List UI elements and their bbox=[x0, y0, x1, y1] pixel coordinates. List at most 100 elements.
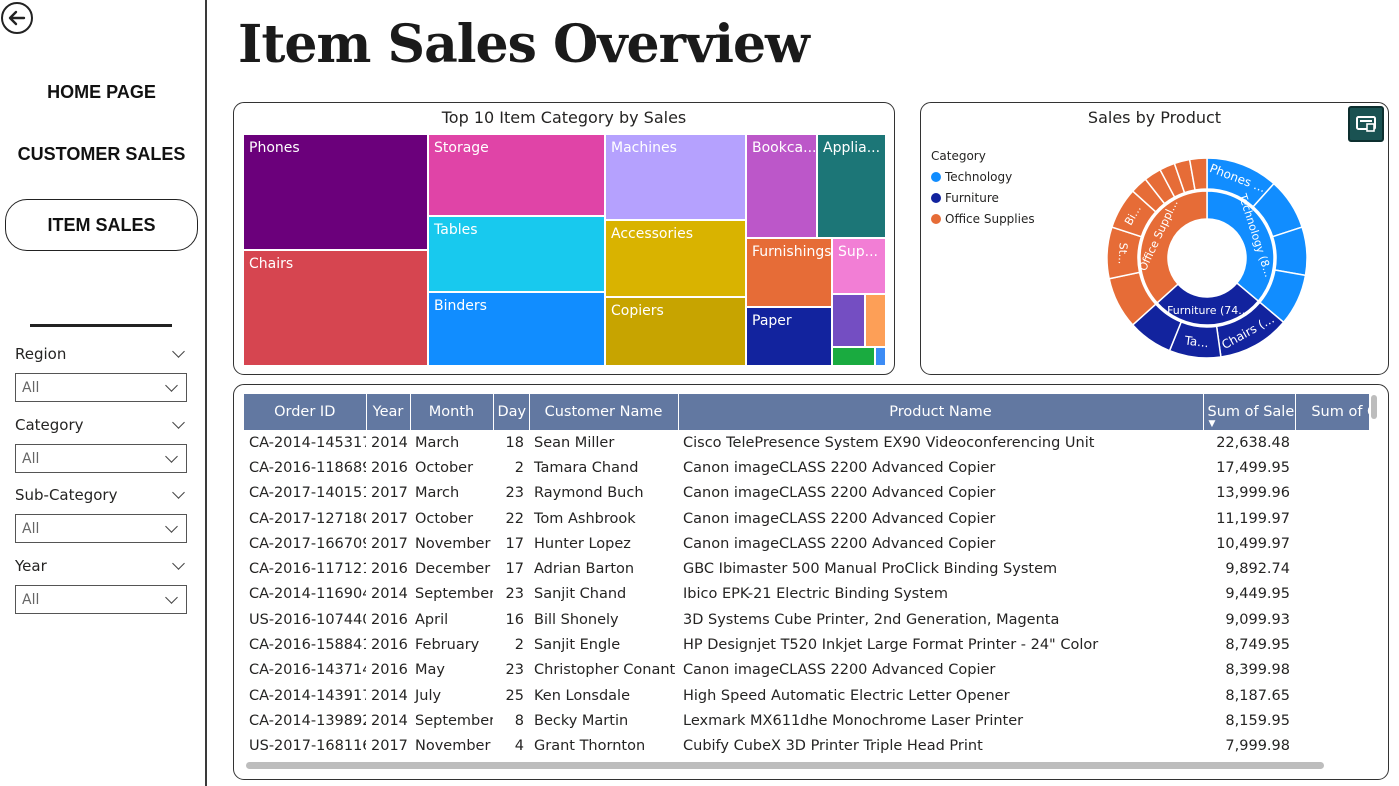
table-cell: Becky Martin bbox=[534, 712, 629, 729]
table-row[interactable]: CA-2014-116904 2014 September 23 Sanjit Chan… bbox=[244, 582, 1369, 607]
column-header-day[interactable]: Day bbox=[493, 394, 530, 430]
category-dropdown[interactable]: All bbox=[15, 444, 187, 473]
table-cell bbox=[1295, 658, 1369, 683]
treemap-tile-sup[interactable]: Sup... bbox=[832, 238, 886, 294]
table-cell: 2016 bbox=[371, 459, 408, 476]
vertical-scrollbar[interactable] bbox=[1371, 395, 1377, 419]
treemap-tile-small[interactable] bbox=[832, 294, 865, 347]
chevron-down-icon[interactable] bbox=[172, 557, 185, 570]
treemap-tile-tables[interactable]: Tables bbox=[428, 216, 605, 292]
horizontal-scrollbar[interactable] bbox=[246, 762, 1324, 769]
sales-table-visual[interactable]: Order ID Year Month Day Customer Name Product… bbox=[233, 384, 1389, 780]
table-cell: Sean Miller bbox=[534, 434, 615, 451]
nav-customer-sales[interactable]: CUSTOMER SALES bbox=[0, 144, 203, 165]
table-cell: 13,999.96 bbox=[1216, 485, 1290, 502]
table-cell: US-2017-168116 bbox=[249, 738, 366, 755]
sidebar: HOME PAGE CUSTOMER SALES ITEM SALES Regi… bbox=[0, 0, 207, 786]
chevron-down-icon[interactable] bbox=[172, 486, 185, 499]
table-cell: 2017 bbox=[371, 535, 408, 552]
treemap-tile-bookca[interactable]: Bookca... bbox=[746, 134, 817, 238]
table-row[interactable]: US-2016-107440 2016 April 16 Bill Shonely 3D … bbox=[244, 607, 1369, 632]
table-cell: 2014 bbox=[371, 586, 408, 603]
treemap-tile-paper[interactable]: Paper bbox=[746, 307, 832, 366]
treemap-tile-copiers[interactable]: Copiers bbox=[605, 297, 746, 366]
table-cell: 23 bbox=[505, 586, 524, 603]
treemap-tile-small[interactable] bbox=[875, 347, 886, 366]
column-header-customer-name[interactable]: Customer Name bbox=[529, 394, 679, 430]
region-dropdown[interactable]: All bbox=[15, 373, 187, 402]
column-header-label: Product Name bbox=[889, 404, 992, 420]
treemap-tile-applia[interactable]: Applia... bbox=[817, 134, 886, 238]
slicer-title: Year bbox=[15, 557, 47, 575]
nav-item-sales[interactable]: ITEM SALES bbox=[5, 199, 198, 251]
treemap-tile-storage[interactable]: Storage bbox=[428, 134, 605, 216]
sort-desc-icon[interactable]: ▼ bbox=[1209, 419, 1216, 429]
table-cell: Canon imageCLASS 2200 Advanced Copier bbox=[683, 662, 996, 679]
table-cell: July bbox=[415, 687, 442, 704]
chevron-down-icon[interactable] bbox=[172, 345, 185, 358]
table-cell: 23 bbox=[505, 662, 524, 679]
table-cell: 22 bbox=[505, 510, 524, 527]
sub-category-dropdown[interactable]: All bbox=[15, 514, 187, 543]
table-row[interactable]: CA-2016-158841 2016 February 2 Sanjit Engle H… bbox=[244, 632, 1369, 657]
column-header-sum-of-qu[interactable]: Sum of Qu bbox=[1295, 394, 1369, 430]
sunburst-visual[interactable]: Sales by Product Category Technology Fur… bbox=[920, 102, 1389, 375]
slicer-category: Category All bbox=[15, 414, 187, 473]
table-scroll-area[interactable]: Order ID Year Month Day Customer Name Product… bbox=[244, 394, 1369, 767]
treemap-visual[interactable]: Top 10 Item Category by Sales Phones Chai… bbox=[233, 102, 895, 375]
chevron-down-icon bbox=[165, 519, 178, 533]
treemap-tile-chairs[interactable]: Chairs bbox=[243, 250, 428, 366]
column-header-sum-of-sales[interactable]: Sum of Sales ▼ bbox=[1203, 394, 1296, 430]
chevron-down-icon[interactable] bbox=[172, 416, 185, 429]
column-header-year[interactable]: Year bbox=[366, 394, 411, 430]
treemap-tile-small[interactable] bbox=[865, 294, 886, 347]
treemap-tile-furnishings[interactable]: Furnishings bbox=[746, 238, 832, 307]
table-cell: 7,999.98 bbox=[1225, 738, 1290, 755]
chevron-down-icon bbox=[165, 378, 178, 392]
table-cell: Tom Ashbrook bbox=[534, 510, 636, 527]
treemap-tile-accessories[interactable]: Accessories bbox=[605, 220, 746, 297]
table-row[interactable]: US-2017-168116 2017 November 4 Grant Thornto… bbox=[244, 734, 1369, 759]
table-cell: 9,449.95 bbox=[1225, 586, 1290, 603]
treemap-tile-binders[interactable]: Binders bbox=[428, 292, 605, 366]
table-row[interactable]: CA-2014-143917 2014 July 25 Ken Lonsdale High… bbox=[244, 683, 1369, 708]
table-cell: 2 bbox=[514, 459, 524, 476]
table-row[interactable]: CA-2017-166709 2017 November 17 Hunter Lopez… bbox=[244, 531, 1369, 556]
table-row[interactable]: CA-2017-140151 2017 March 23 Raymond Buch Can… bbox=[244, 481, 1369, 506]
table-row[interactable]: CA-2016-143714 2016 May 23 Christopher Conan… bbox=[244, 658, 1369, 683]
nav-home-page[interactable]: HOME PAGE bbox=[0, 82, 203, 103]
table-cell: CA-2016-158841 bbox=[249, 637, 366, 654]
table-row[interactable]: CA-2017-127180 2017 October 22 Tom Ashbrook C… bbox=[244, 506, 1369, 531]
table-cell: March bbox=[415, 485, 460, 502]
table-header-row: Order ID Year Month Day Customer Name Product… bbox=[244, 394, 1369, 430]
table-row[interactable]: CA-2014-139892 2014 September 8 Becky Martin… bbox=[244, 708, 1369, 733]
table-cell: 4 bbox=[514, 738, 524, 755]
table-cell bbox=[1295, 582, 1369, 607]
year-dropdown[interactable]: All bbox=[15, 585, 187, 614]
table-cell: 9,892.74 bbox=[1225, 561, 1290, 578]
table-cell: 2017 bbox=[371, 485, 408, 502]
dropdown-value: All bbox=[22, 379, 40, 396]
slicer-title: Sub-Category bbox=[15, 486, 118, 504]
table-cell: 8,159.95 bbox=[1225, 712, 1290, 729]
table-row[interactable]: CA-2014-145317 2014 March 18 Sean Miller Cisc… bbox=[244, 430, 1369, 455]
table-cell bbox=[1295, 506, 1369, 531]
sunburst-outer-technology-2[interactable] bbox=[1271, 226, 1308, 277]
column-header-order-id[interactable]: Order ID bbox=[244, 394, 367, 430]
treemap-tile-phones[interactable]: Phones bbox=[243, 134, 428, 250]
table-cell: 3D Systems Cube Printer, 2nd Generation,… bbox=[683, 611, 1060, 628]
table-cell: 2016 bbox=[371, 637, 408, 654]
treemap-tile-small[interactable] bbox=[832, 347, 875, 366]
column-header-month[interactable]: Month bbox=[410, 394, 494, 430]
table-cell: Lexmark MX611dhe Monochrome Laser Printe… bbox=[683, 712, 1024, 729]
table-cell: 8,749.95 bbox=[1225, 637, 1290, 654]
table-row[interactable]: CA-2016-118689 2016 October 2 Tamara Chand Ca… bbox=[244, 455, 1369, 480]
table-cell: 22,638.48 bbox=[1216, 434, 1290, 451]
sales-table: Order ID Year Month Day Customer Name Product… bbox=[244, 394, 1369, 759]
treemap-tile-machines[interactable]: Machines bbox=[605, 134, 746, 220]
back-button[interactable] bbox=[1, 2, 33, 34]
table-cell: Bill Shonely bbox=[534, 611, 619, 628]
table-row[interactable]: CA-2016-117121 2016 December 17 Adrian Barto… bbox=[244, 556, 1369, 581]
column-header-product-name[interactable]: Product Name bbox=[678, 394, 1204, 430]
table-cell: 2 bbox=[514, 637, 524, 654]
